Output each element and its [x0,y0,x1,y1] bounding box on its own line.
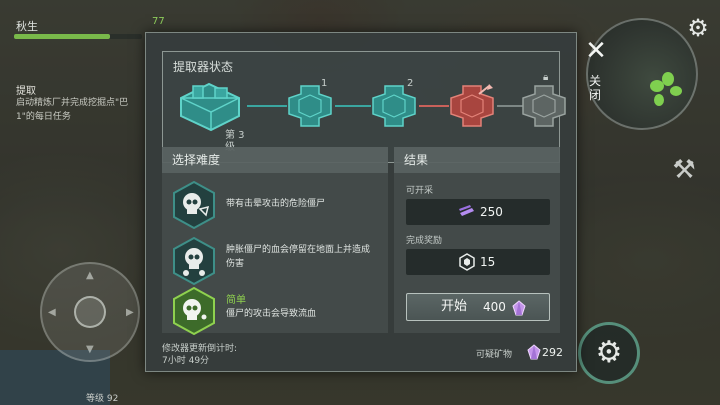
minerals-value: 292 [542,346,563,359]
player-name: 秋生 [16,20,38,33]
stage-1 [287,84,333,128]
difficulty-option-text: 带有击晕攻击的危险僵尸 [226,199,326,209]
stage-2 [371,84,417,128]
close-icon[interactable]: ✕ [583,38,609,64]
skull-stun-badge-icon [173,181,215,229]
stage-locked [521,84,567,128]
stage-connector [247,105,287,107]
joystick-knob[interactable] [74,296,106,328]
stage-number: 2 [407,78,414,89]
stage-gear-red-icon [450,84,494,127]
result-header: 结果 [394,147,560,173]
start-button-label: 开始 [441,299,468,314]
stage-number: 1 [321,78,328,89]
reward-hex-icon [459,253,475,271]
stage-gear-teal-icon [288,85,332,127]
crafting-gear-button[interactable]: ⚙ [578,322,640,384]
minimap-marker [654,94,664,106]
stage-upgrade[interactable] [449,84,495,128]
hp-bar [14,34,142,39]
stage-connector-red [419,105,449,107]
minimap-marker [670,86,682,96]
skull-blood-badge-icon [173,237,215,285]
start-cost: 400 [483,300,506,314]
extractable-label: 可开采 [406,186,434,196]
stage-current [175,76,245,132]
stage-connector-locked [497,105,523,107]
difficulty-option-text: 僵尸的攻击会导致流血 [226,309,317,319]
stage-gear-gray-icon [522,85,566,127]
reward-label: 完成奖励 [406,236,443,246]
build-hammer-icon[interactable]: ⚒ [664,150,704,190]
mineral-bars-icon [459,205,474,216]
joystick-down-arrow-icon: ▼ [86,344,94,355]
extractor-status-title: 提取器状态 [173,60,234,74]
suspicious-minerals: 可疑矿物 292 [476,344,563,360]
joystick-right-arrow-icon: ▶ [126,307,134,318]
crystal-icon [512,300,526,316]
stage-connector [335,105,371,107]
difficulty-option[interactable]: 带有击晕攻击的危险僵尸 [172,181,382,229]
modifier-timer-value: 7小时 49分 [162,356,210,366]
difficulty-option-text: 肿胀僵尸的血会停留在地面上并造成伤害 [226,245,371,269]
skull-bleed-badge-icon [173,287,215,335]
difficulty-option-selected[interactable]: 简单 僵尸的攻击会导致流血 [172,287,382,335]
difficulty-option[interactable]: 肿胀僵尸的血会停留在地面上并造成伤害 [172,237,382,285]
result-section: 结果 可开采 250 完成奖励 15 开始 400 [394,147,560,333]
hp-value: 77 [152,16,165,27]
joystick-left-arrow-icon: ◀ [48,307,56,318]
difficulty-option-name: 简单 [226,295,246,306]
extractor-panel: 提取器状态 第 3 级 1 [145,32,577,372]
extractor-machine-icon [180,82,240,132]
extractable-value: 250 [480,205,503,219]
settings-gear-icon[interactable]: ⚙ [684,14,712,42]
difficulty-section: 选择难度 带有击晕攻击的危险僵尸 肿胀僵尸的血会停留在地面上并造成伤害 简单 僵… [162,147,388,335]
extractable-value-box: 250 [406,199,550,225]
minerals-label: 可疑矿物 [476,350,513,360]
player-level: 等级 92 [86,394,119,404]
lock-icon: 🔒︎ [543,72,549,83]
movement-joystick[interactable]: ▲ ▼ ◀ ▶ [40,262,140,362]
minimap-marker [662,72,674,86]
start-button[interactable]: 开始 400 [406,293,550,321]
crystal-icon [527,344,541,360]
stage-gear-teal-icon [372,85,416,127]
quest-description: 启动精炼厂并完成挖掘点"巴1"的每日任务 [16,98,129,122]
reward-value: 15 [480,255,496,269]
joystick-up-arrow-icon: ▲ [86,270,94,281]
reward-value-box: 15 [406,249,550,275]
difficulty-header: 选择难度 [162,147,388,173]
hp-bar-fill [14,34,110,39]
close-label[interactable]: 关闭 [589,74,603,102]
quest-title[interactable]: 提取 [16,82,36,97]
